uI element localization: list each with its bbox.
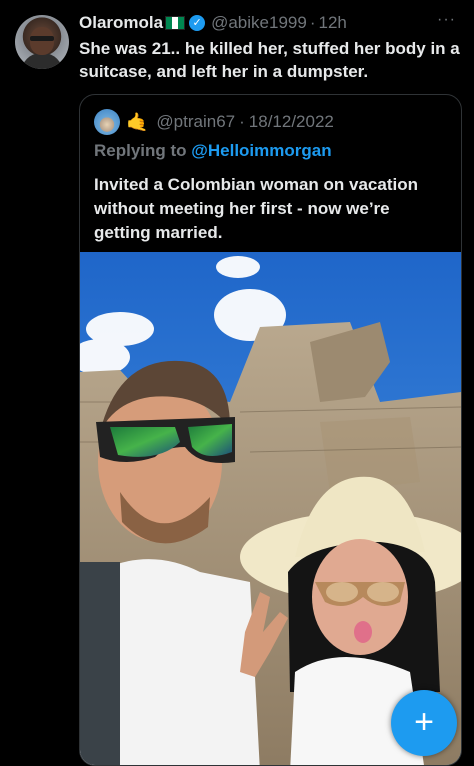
quoted-date: 18/12/2022 xyxy=(248,112,334,131)
tweet-header: Olaromola ✓ @abike1999 · 12h xyxy=(79,13,347,33)
author-avatar[interactable] xyxy=(15,15,69,69)
quoted-handle[interactable]: @ptrain67 xyxy=(156,112,235,132)
verified-badge-icon[interactable]: ✓ xyxy=(189,15,206,31)
tweet-text: She was 21.. he killed her, stuffed her … xyxy=(79,39,460,81)
replying-mention-link[interactable]: @Helloimmorgan xyxy=(191,141,331,160)
tweet-time[interactable]: 12h xyxy=(318,13,346,33)
avatar-face xyxy=(30,27,54,55)
avatar-glasses xyxy=(30,36,54,41)
call-me-hand-icon: 🤙 xyxy=(126,111,149,132)
replying-prefix: Replying to xyxy=(94,141,187,160)
quoted-text: Invited a Colombian woman on vacation wi… xyxy=(94,175,418,242)
nigeria-flag-icon xyxy=(165,16,186,30)
compose-plus-icon[interactable]: + xyxy=(391,690,457,756)
replying-to: Replying to @Helloimmorgan xyxy=(94,141,332,161)
author-handle[interactable]: @abike1999 xyxy=(211,13,307,33)
author-name[interactable]: Olaromola xyxy=(79,13,163,33)
avatar-body xyxy=(21,53,63,69)
more-options-icon[interactable]: ··· xyxy=(437,11,456,29)
quoted-header: 🤙 @ptrain67 · 18/12/2022 xyxy=(94,109,334,135)
quoted-avatar[interactable] xyxy=(94,109,120,135)
header-separator: · xyxy=(309,13,316,32)
quoted-separator: · xyxy=(239,112,245,131)
quoted-photo[interactable] xyxy=(80,252,461,766)
quoted-tweet[interactable]: 🤙 @ptrain67 · 18/12/2022 Replying to @He… xyxy=(79,94,462,766)
